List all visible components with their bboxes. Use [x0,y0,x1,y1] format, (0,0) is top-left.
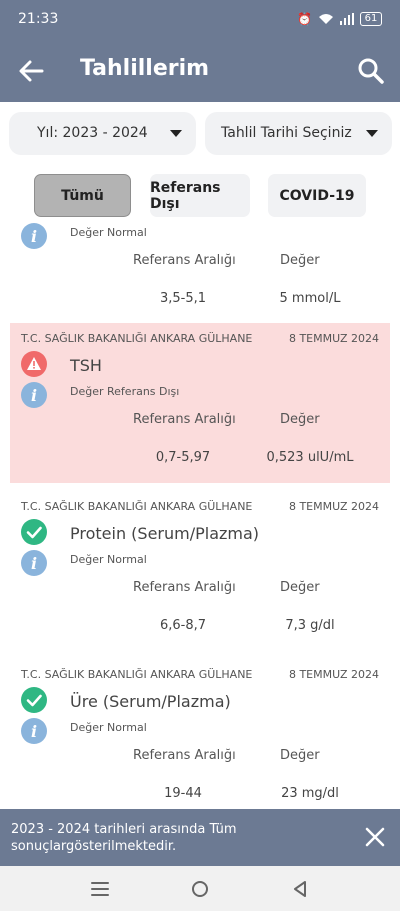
status-icons: ⏰ 61 [297,12,382,26]
result-value: 7,3 g/dl [285,618,335,633]
result-hospital: T.C. SAĞLIK BAKANLIĞI ANKARA GÜLHANE [21,332,253,345]
result-date: 8 TEMMUZ 2024 [288,332,379,345]
signal-icon [340,13,354,25]
range-header: Referans Aralığı [133,748,236,763]
svg-text:i: i [31,386,37,405]
snackbar: 2023 - 2024 tarihleri arasında Tüm sonuç… [0,809,400,866]
info-icon[interactable]: i [21,223,47,249]
chevron-down-icon [366,130,378,137]
year-dropdown-label: Yıl: 2023 - 2024 [37,125,148,141]
result-hospital: T.C. SAĞLIK BAKANLIĞI ANKARA GÜLHANE [21,500,253,513]
back-arrow-icon[interactable] [16,57,46,85]
range-header: Referans Aralığı [133,253,236,268]
value-header: Değer [280,748,320,763]
results-list[interactable]: i Değer Normal Referans Aralığı Değer 3,… [0,218,400,809]
result-name: TSH [70,356,102,375]
result-value: 5 mmol/L [279,291,341,306]
date-dropdown[interactable]: Tahlil Tarihi Seçiniz [205,112,392,155]
chip-covid[interactable]: COVID-19 [268,174,366,217]
year-dropdown[interactable]: Yıl: 2023 - 2024 [9,112,196,155]
result-card[interactable]: T.C. SAĞLIK BAKANLIĞI ANKARA GÜLHANE 8 T… [10,659,390,809]
back-icon[interactable] [289,878,311,900]
result-date: 8 TEMMUZ 2024 [288,668,379,681]
value-header: Değer [280,253,320,268]
result-name: Üre (Serum/Plazma) [70,692,231,711]
close-icon[interactable] [364,826,386,848]
result-card[interactable]: T.C. SAĞLIK BAKANLIĞI ANKARA GÜLHANE 8 T… [10,323,390,483]
chip-all[interactable]: Tümü [34,174,131,217]
alarm-icon: ⏰ [297,12,312,26]
page-title: Tahlillerim [80,56,210,81]
result-note: Değer Normal [70,553,147,566]
svg-text:i: i [31,554,37,573]
result-range: 19-44 [164,786,202,801]
result-hospital: T.C. SAĞLIK BAKANLIĞI ANKARA GÜLHANE [21,668,253,681]
result-range: 3,5-5,1 [159,291,207,306]
status-time: 21:33 [18,11,59,27]
result-date: 8 TEMMUZ 2024 [288,500,379,513]
value-header: Değer [280,412,320,427]
result-value: 23 mg/dl [281,786,339,801]
result-range: 6,6-8,7 [159,618,207,633]
snackbar-message: 2023 - 2024 tarihleri arasında Tüm sonuç… [11,822,237,854]
home-icon[interactable] [189,878,211,900]
result-card[interactable]: i Değer Normal Referans Aralığı Değer 3,… [10,218,390,324]
search-icon[interactable] [356,56,386,86]
result-note: Değer Normal [70,226,147,239]
system-nav-bar [0,866,400,911]
svg-text:i: i [31,722,37,741]
wifi-icon [319,14,333,24]
info-icon[interactable]: i [21,382,47,408]
result-note: Değer Normal [70,721,147,734]
range-header: Referans Aralığı [133,580,236,595]
result-note: Değer Referans Dışı [70,385,180,398]
battery-icon: 61 [360,12,382,26]
menu-icon[interactable] [89,878,111,900]
chevron-down-icon [170,130,182,137]
status-bar: 21:33 ⏰ 61 [0,0,400,40]
value-header: Değer [280,580,320,595]
result-range: 0,7-5,97 [155,450,211,465]
date-dropdown-label: Tahlil Tarihi Seçiniz [221,125,352,141]
check-icon [21,519,47,545]
app-bar: Tahlillerim [0,40,400,102]
check-icon [21,687,47,713]
result-value: 0,523 ulU/mL [266,450,354,465]
chip-out-of-range[interactable]: Referans Dışı [150,174,250,217]
info-icon[interactable]: i [21,550,47,576]
result-name: Protein (Serum/Plazma) [70,524,260,543]
range-header: Referans Aralığı [133,412,236,427]
warning-icon [21,351,47,377]
svg-text:i: i [31,227,37,246]
info-icon[interactable]: i [21,718,47,744]
result-card[interactable]: T.C. SAĞLIK BAKANLIĞI ANKARA GÜLHANE 8 T… [10,491,390,651]
